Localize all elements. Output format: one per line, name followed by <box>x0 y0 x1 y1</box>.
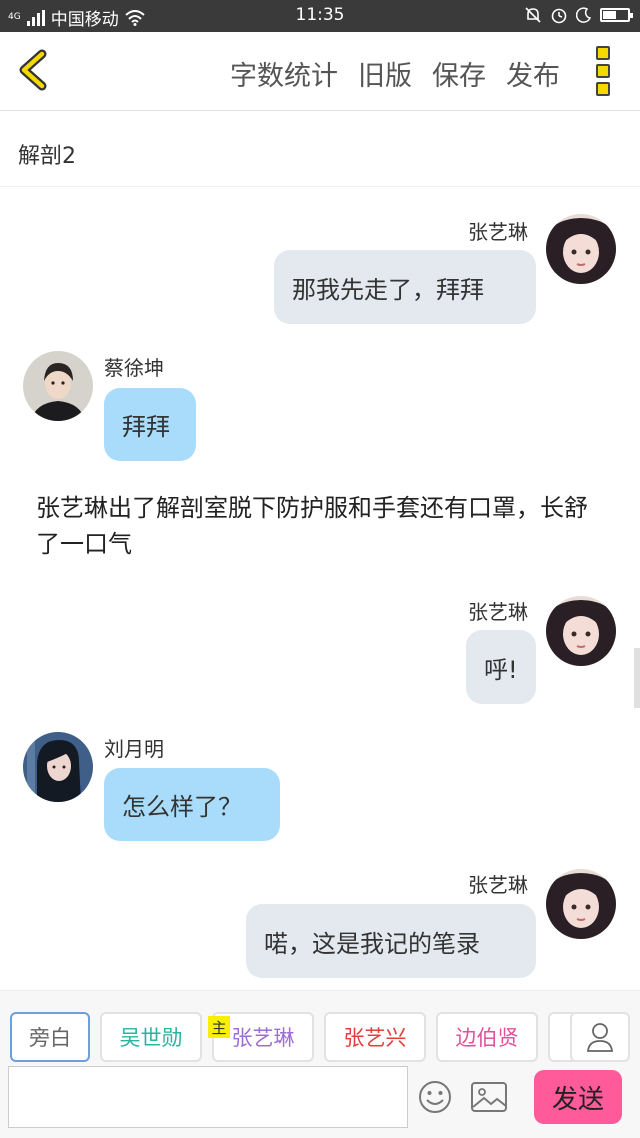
word-count-button[interactable]: 字数统计 <box>230 54 338 93</box>
speaker-name: 张艺琳 <box>468 873 528 897</box>
more-menu-icon[interactable] <box>596 46 616 96</box>
character-label: 吴世勋 <box>119 1026 183 1050</box>
alarm-icon <box>551 8 567 24</box>
message-bubble[interactable]: 那我先走了，拜拜 <box>274 250 536 324</box>
status-bar: 4G 中国移动 11:35 <box>0 0 640 32</box>
avatar[interactable] <box>23 351 93 421</box>
document-title[interactable]: 解剖2 <box>18 138 76 170</box>
back-chevron-icon[interactable] <box>12 48 56 92</box>
battery-icon <box>600 8 633 22</box>
character-chip[interactable]: 边伯贤 <box>436 1012 538 1062</box>
character-label: 边伯贤 <box>455 1026 519 1050</box>
message-bubble[interactable]: 怎么样了？ <box>104 768 280 841</box>
speaker-name: 张艺琳 <box>468 220 528 244</box>
old-version-button[interactable]: 旧版 <box>358 54 412 93</box>
avatar[interactable] <box>546 596 616 666</box>
character-selector <box>0 990 640 1063</box>
avatar[interactable] <box>23 732 93 802</box>
message-input[interactable] <box>8 1066 408 1128</box>
character-chip[interactable]: 吴世勋 <box>100 1012 202 1062</box>
message-bubble[interactable]: 喏，这是我记的笔录 <box>246 904 536 978</box>
message-bubble[interactable]: 拜拜 <box>104 388 196 461</box>
image-icon[interactable] <box>470 1080 508 1114</box>
send-button[interactable]: 发送 <box>534 1070 622 1124</box>
mute-icon <box>525 7 541 23</box>
speaker-name: 蔡徐坤 <box>104 356 164 380</box>
speaker-name: 张艺琳 <box>468 600 528 624</box>
main-character-badge: 主 <box>208 1016 230 1038</box>
editor-toolbar: 字数统计 旧版 保存 发布 <box>0 32 640 111</box>
person-icon <box>587 1023 613 1052</box>
character-label: 张艺兴 <box>343 1026 407 1050</box>
avatar[interactable] <box>546 869 616 939</box>
character-label: 旁白 <box>29 1026 71 1050</box>
character-chip-narrator[interactable]: 旁白 <box>10 1012 90 1062</box>
speaker-name: 刘月明 <box>104 737 164 761</box>
avatar[interactable] <box>546 214 616 284</box>
character-label: 张艺琳 <box>231 1026 295 1050</box>
emoji-icon[interactable] <box>418 1080 452 1114</box>
save-button[interactable]: 保存 <box>432 54 486 93</box>
moon-icon <box>576 7 592 23</box>
message-bubble[interactable]: 呼! <box>466 630 536 704</box>
divider <box>0 186 640 187</box>
narration-text[interactable]: 张艺琳出了解剖室脱下防护服和手套还有口罩，长舒了一口气 <box>36 490 596 562</box>
character-manage-button[interactable] <box>570 1012 630 1062</box>
character-chip[interactable]: 张艺兴 <box>324 1012 426 1062</box>
publish-button[interactable]: 发布 <box>506 54 560 93</box>
scrollbar[interactable] <box>634 648 640 708</box>
